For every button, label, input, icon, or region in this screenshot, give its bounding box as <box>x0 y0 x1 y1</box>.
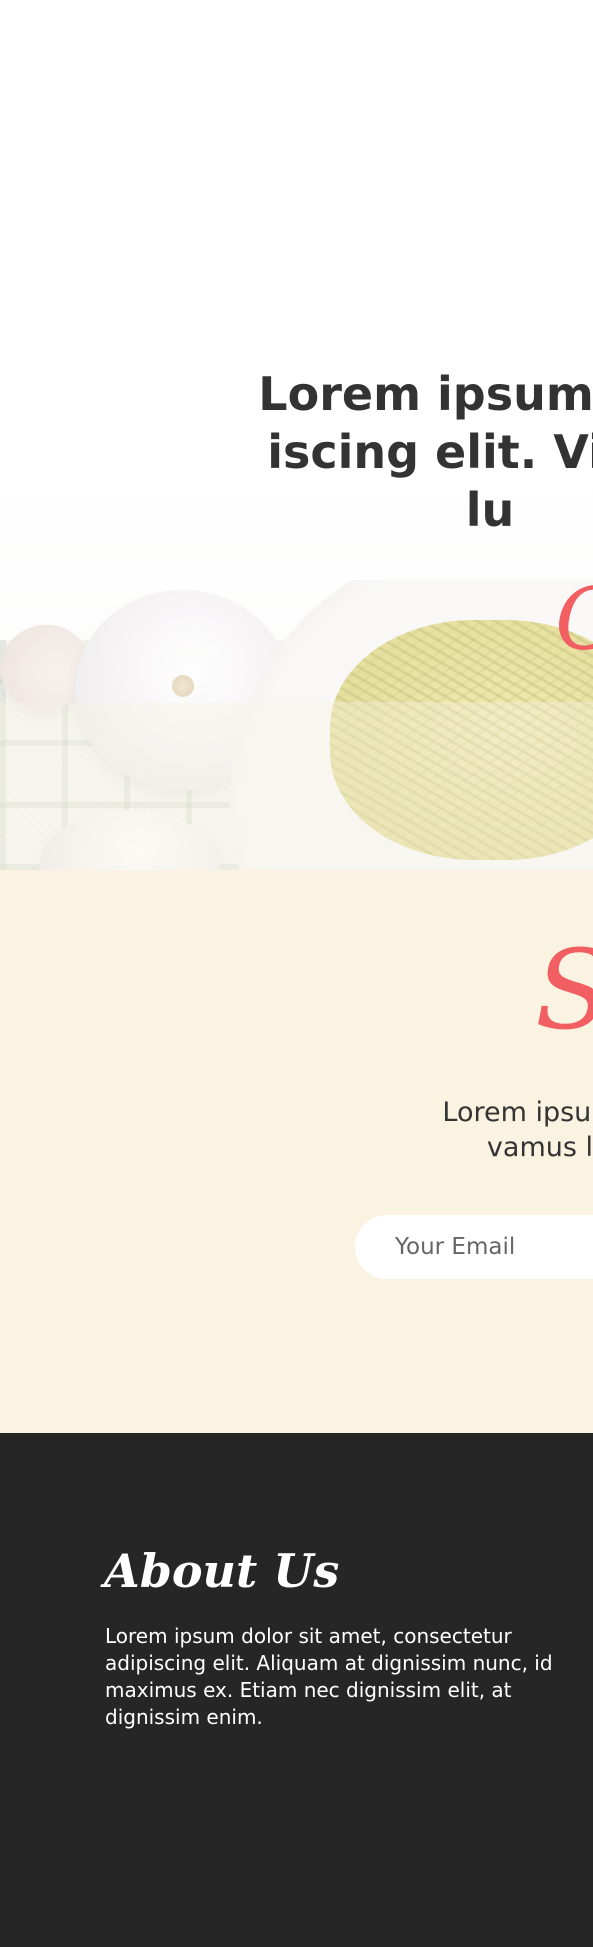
subscribe-description-line: vamus lacinia <box>486 1132 593 1163</box>
about-us-text: Lorem ipsum dolor sit amet, consectetur … <box>105 1624 553 1729</box>
email-input[interactable] <box>355 1215 593 1279</box>
hero-heading: Lorem ipsum dolo iscing elit. Vivam lu <box>210 365 593 539</box>
about-us-title: About Us <box>104 1544 340 1598</box>
hero-heading-line: iscing elit. Vivam <box>267 425 593 479</box>
hero-heading-line: Lorem ipsum dolo <box>258 367 593 421</box>
footer: About Us Lorem ipsum dolor sit amet, con… <box>0 1433 593 1947</box>
subscribe-title: Su <box>535 925 593 1055</box>
hero-food-photo <box>0 580 593 870</box>
subscribe-description-line: Lorem ipsum dolor s <box>442 1097 593 1128</box>
hero-script-text: C <box>555 575 593 665</box>
hero-section: Lorem ipsum dolo iscing elit. Vivam lu C <box>0 0 593 870</box>
subscribe-description: Lorem ipsum dolor s vamus lacinia <box>320 1095 593 1165</box>
hero-heading-line: lu <box>465 483 515 537</box>
subscribe-section: Su Lorem ipsum dolor s vamus lacinia <box>0 870 593 1433</box>
